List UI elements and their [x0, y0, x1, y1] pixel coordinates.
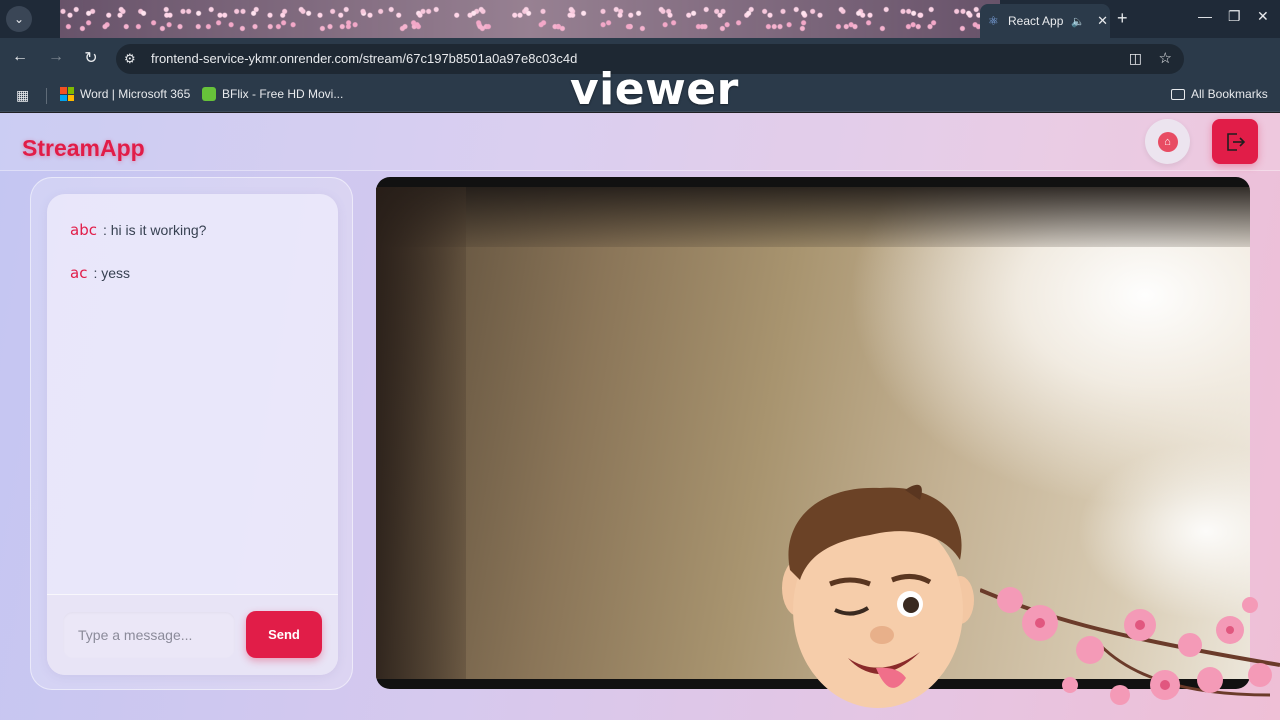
folder-icon: [1171, 88, 1185, 100]
bookmarks-divider: [46, 88, 47, 104]
microsoft-logo-icon: [60, 87, 74, 101]
react-favicon-icon: ⚛: [988, 14, 999, 28]
bflix-logo-icon: [202, 87, 216, 101]
brand-logo[interactable]: StreamApp: [22, 135, 145, 162]
close-window-icon[interactable]: ✕: [1257, 8, 1269, 25]
logout-button[interactable]: [1212, 119, 1258, 164]
message-text: : hi is it working?: [102, 222, 207, 238]
minimize-icon[interactable]: —: [1198, 8, 1212, 24]
overlay-caption: viewer: [570, 64, 739, 115]
reload-icon[interactable]: ↻: [80, 48, 102, 68]
all-bookmarks[interactable]: All Bookmarks: [1171, 87, 1268, 101]
sparkle-decoration: [60, 0, 1000, 38]
restore-icon[interactable]: ❐: [1228, 8, 1241, 25]
tab-title: React App: [1008, 14, 1064, 28]
bookmark-bflix[interactable]: BFlix - Free HD Movi...: [202, 87, 343, 101]
message-username: ac: [70, 264, 88, 282]
bookmark-label: Word | Microsoft 365: [80, 87, 191, 101]
apps-grid-icon[interactable]: ▦: [16, 87, 29, 104]
close-tab-icon[interactable]: ✕: [1097, 13, 1108, 29]
chat-message: ac : yess: [70, 264, 130, 282]
message-username: abc: [70, 221, 97, 239]
tab-search-icon[interactable]: ⌄: [6, 6, 32, 32]
video-shadow: [376, 187, 1250, 247]
message-text: : yess: [93, 265, 131, 281]
tab-active[interactable]: ⚛ React App 🔈 ✕: [980, 4, 1110, 38]
forward-icon[interactable]: →: [45, 48, 67, 66]
install-app-icon[interactable]: ◫: [1129, 50, 1142, 67]
chat-box: abc : hi is it working? ac : yess Send: [47, 194, 338, 675]
bookmark-word[interactable]: Word | Microsoft 365: [60, 87, 190, 101]
site-info-icon[interactable]: ⚙: [124, 51, 136, 67]
memoji-sticker: [782, 484, 974, 708]
message-input[interactable]: [63, 612, 235, 658]
url-text[interactable]: frontend-service-ykmr.onrender.com/strea…: [151, 51, 577, 66]
bookmark-star-icon[interactable]: ☆: [1159, 49, 1172, 67]
chat-panel: abc : hi is it working? ac : yess Send: [30, 177, 353, 690]
logout-icon: [1227, 132, 1246, 151]
back-icon[interactable]: ←: [9, 48, 31, 66]
chat-message: abc : hi is it working?: [70, 221, 206, 239]
cherry-blossom-decoration: [980, 587, 1280, 705]
all-bookmarks-label: All Bookmarks: [1191, 87, 1268, 101]
bookmark-label: BFlix - Free HD Movi...: [222, 87, 344, 101]
app-header: StreamApp ⌂: [0, 113, 1280, 171]
tab-strip: ⌄ ⚛ React App 🔈 ✕ + — ❐ ✕: [0, 0, 1280, 38]
home-button[interactable]: ⌂: [1145, 119, 1190, 164]
video-dark-edge: [376, 187, 466, 679]
speaker-icon[interactable]: 🔈: [1071, 15, 1085, 28]
send-button[interactable]: Send: [246, 611, 322, 658]
home-icon: ⌂: [1157, 131, 1178, 152]
new-tab-button[interactable]: +: [1117, 8, 1128, 29]
chat-input-bar: Send: [47, 594, 338, 675]
